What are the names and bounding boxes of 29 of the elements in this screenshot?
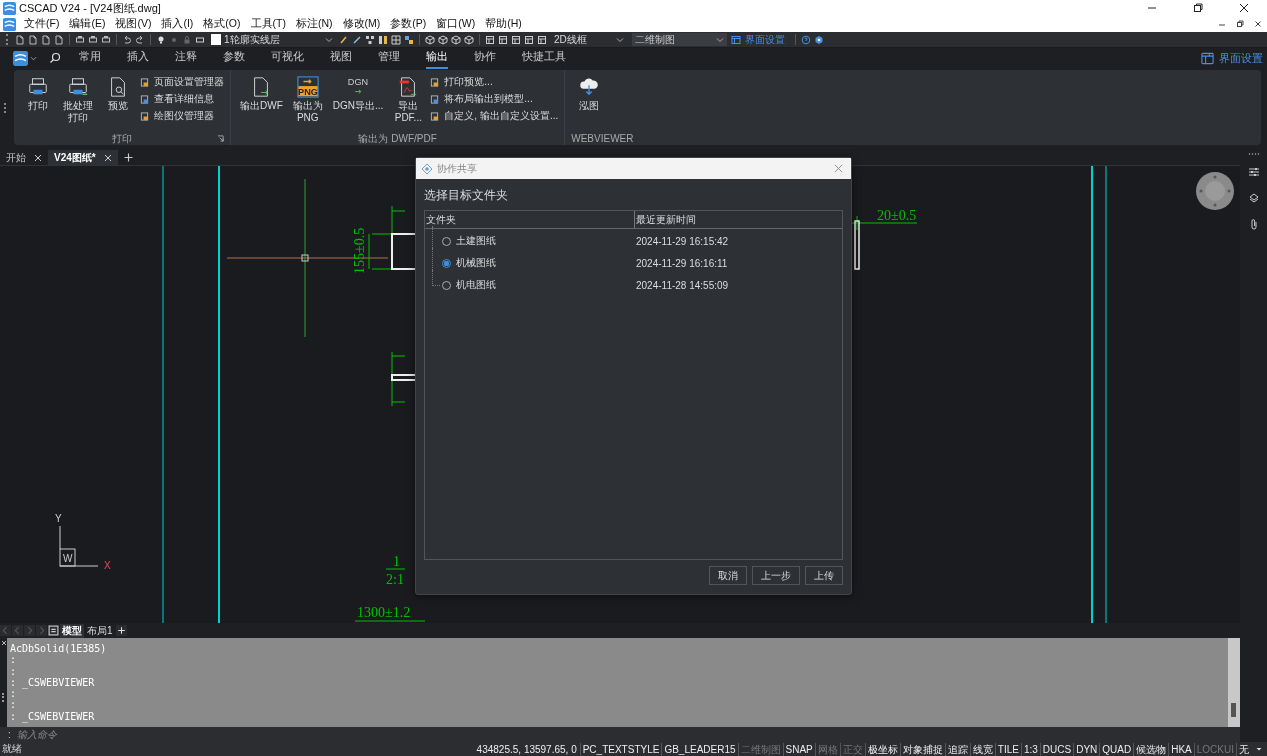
window-title: CSCAD V24 - [V24图纸.dwg]: [19, 0, 161, 16]
coordinates-text: 434825.5, 13597.65, 0: [475, 743, 578, 755]
table-cell: 2024-11-29 16:15:42: [636, 235, 729, 247]
axis-label: Y: [55, 513, 62, 524]
axis-label: X: [104, 560, 111, 571]
group-title: WEBVIEWER: [571, 133, 634, 144]
dialog-title: 协作共享: [437, 161, 477, 176]
scale-text: 1: [393, 554, 400, 569]
dimension-text: 20±0.5: [877, 208, 917, 223]
command-line: AcDbSolid(1E385): [10, 643, 108, 655]
command-line: :: [10, 699, 18, 711]
dimension-text: 1300±1.2: [357, 605, 411, 620]
status-text: 就绪: [1, 742, 22, 756]
command-line: :: [10, 688, 18, 700]
table-cell: 2024-11-28 14:55:09: [636, 279, 729, 291]
group-title: 输出为 DWF/PDF: [358, 131, 437, 146]
group-title: 打印: [112, 131, 132, 146]
icon-caption: DGN: [347, 77, 369, 88]
axis-label: W: [63, 553, 73, 564]
dialog-heading: 选择目标文件夹: [424, 187, 509, 204]
scale-text: 2:1: [386, 572, 404, 587]
command-line: :: [10, 665, 18, 677]
table-cell: 2024-11-29 16:16:11: [636, 257, 728, 269]
command-line: : _CSWEBVIEWER: [10, 676, 96, 689]
dimension-text: 155±0.5: [352, 227, 367, 274]
command-line: : _CSWEBVIEWER: [10, 710, 96, 723]
command-prompt: :: [8, 729, 11, 740]
command-line: :: [10, 654, 18, 666]
icon-caption: PNG: [297, 86, 318, 97]
